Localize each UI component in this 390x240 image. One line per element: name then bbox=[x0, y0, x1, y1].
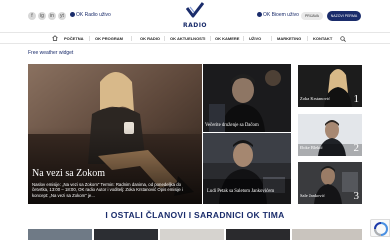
hero-title[interactable]: Na vezi sa Zokom bbox=[32, 168, 105, 179]
nav-item-news[interactable]: OK AKTUELNOSTI bbox=[170, 33, 205, 44]
team-member-photo[interactable] bbox=[94, 229, 158, 240]
nav-divider bbox=[243, 36, 244, 41]
host-card[interactable]: Zoka Krstanović 1 bbox=[298, 65, 362, 107]
nav-divider bbox=[271, 36, 272, 41]
host-name[interactable]: Zoka Krstanović bbox=[300, 96, 330, 101]
nav-item-live[interactable]: UŽIVO bbox=[249, 33, 261, 44]
nav-item-cameras[interactable]: OK KAMERE bbox=[215, 33, 239, 44]
card-photo bbox=[203, 64, 291, 132]
nav-item-program[interactable]: OK PROGRAM bbox=[95, 33, 123, 44]
site-logo[interactable]: RADIO bbox=[178, 2, 212, 32]
host-card[interactable]: Sale Janković 3 bbox=[298, 162, 362, 204]
youtube-icon[interactable]: yt bbox=[58, 12, 66, 20]
team-member-photo[interactable] bbox=[28, 229, 92, 240]
nav-divider bbox=[89, 36, 90, 41]
login-button[interactable]: PRIJAVA bbox=[301, 12, 323, 20]
main-nav: POČETNA OK PROGRAM OK RADIO OK AKTUELNOS… bbox=[0, 32, 390, 44]
host-rank: 3 bbox=[353, 190, 360, 202]
home-icon[interactable] bbox=[52, 35, 58, 41]
team-member-photo[interactable] bbox=[292, 229, 362, 240]
tv-live-link[interactable]: OK Bioem uživo bbox=[257, 12, 299, 18]
site-header: f ig in yt OK Radio uživo RADIO OK Bioem… bbox=[0, 0, 390, 32]
facebook-icon[interactable]: f bbox=[28, 12, 36, 20]
card-caption[interactable]: Ludi Petak sa Saletom Jankovićem bbox=[207, 189, 277, 195]
logo-check-icon bbox=[186, 2, 204, 18]
show-card-daca[interactable]: Večerite druženje sa Dačom bbox=[203, 64, 291, 132]
linkedin-icon[interactable]: in bbox=[48, 12, 56, 20]
host-rank: 2 bbox=[353, 142, 360, 154]
nav-divider bbox=[307, 36, 308, 41]
tv-live-label: OK Bioem uživo bbox=[263, 12, 299, 18]
nav-divider bbox=[164, 36, 165, 41]
call-button[interactable]: NAZOVI PERMA bbox=[327, 11, 361, 21]
card-caption[interactable]: Večerite druženje sa Dačom bbox=[205, 123, 259, 128]
host-rank: 1 bbox=[353, 93, 360, 105]
recaptcha-badge[interactable] bbox=[370, 219, 390, 237]
nav-item-marketing[interactable]: MARKETING bbox=[277, 33, 301, 44]
nav-divider bbox=[210, 36, 211, 41]
section-title: I OSTALI ČLANOVI I SARADNICI OK TIMA bbox=[105, 210, 285, 220]
play-icon bbox=[70, 12, 75, 17]
team-member-photo[interactable] bbox=[160, 229, 224, 240]
search-icon[interactable] bbox=[340, 36, 346, 42]
weather-widget-link[interactable]: Free weather widget bbox=[28, 50, 73, 56]
instagram-icon[interactable]: ig bbox=[38, 12, 46, 20]
nav-item-radio[interactable]: OK RADIO bbox=[140, 33, 160, 44]
radio-live-link[interactable]: OK Radio uživo bbox=[70, 12, 111, 18]
hero-description: Naslov emisije: „Na vezi sa Zokom" Termi… bbox=[32, 182, 183, 198]
nav-item-home[interactable]: POČETNA bbox=[64, 33, 84, 44]
nav-divider bbox=[131, 36, 132, 41]
hero-feature[interactable]: Na vezi sa Zokom Naslov emisije: „Na vez… bbox=[28, 64, 202, 204]
host-name[interactable]: Sale Janković bbox=[300, 193, 325, 198]
logo-word: RADIO bbox=[182, 22, 208, 29]
play-icon bbox=[257, 12, 262, 17]
show-card-sale[interactable]: Ludi Petak sa Saletom Jankovićem bbox=[203, 133, 291, 204]
social-links: f ig in yt bbox=[28, 12, 66, 20]
host-name[interactable]: Đoke Blekić bbox=[300, 145, 323, 150]
team-member-photo[interactable] bbox=[226, 229, 290, 240]
nav-item-contact[interactable]: KONTAKT bbox=[313, 33, 332, 44]
recaptcha-icon bbox=[374, 222, 388, 236]
radio-live-label: OK Radio uživo bbox=[76, 12, 111, 18]
host-card[interactable]: Đoke Blekić 2 bbox=[298, 114, 362, 156]
